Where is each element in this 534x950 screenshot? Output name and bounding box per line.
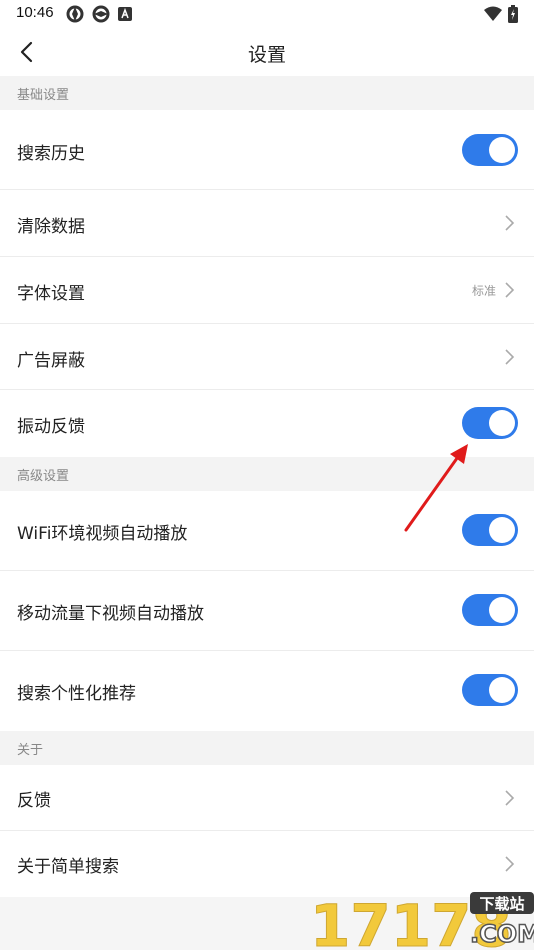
- row-vibration-feedback[interactable]: 振动反馈: [0, 390, 534, 457]
- section-header-about: 关于: [0, 731, 534, 765]
- row-label: 振动反馈: [17, 417, 85, 437]
- svg-text:17178: 17178: [310, 892, 512, 950]
- svg-text:.COM: .COM: [470, 920, 534, 948]
- row-font-setting[interactable]: 字体设置 标准: [0, 257, 534, 324]
- row-mobile-autoplay[interactable]: 移动流量下视频自动播放: [0, 571, 534, 651]
- status-time: 10:46: [16, 4, 54, 21]
- row-label: 搜索历史: [17, 144, 85, 164]
- wifi-autoplay-toggle[interactable]: [462, 514, 518, 546]
- row-about-app[interactable]: 关于简单搜索: [0, 831, 534, 897]
- row-label: 关于简单搜索: [17, 857, 119, 877]
- row-label: WiFi环境视频自动播放: [17, 524, 188, 544]
- app-a-icon: [118, 7, 132, 21]
- toggle-knob: [489, 517, 515, 543]
- chevron-right-icon: [505, 790, 515, 806]
- row-clear-data[interactable]: 清除数据: [0, 190, 534, 257]
- row-label: 字体设置: [17, 284, 85, 304]
- section-title: 基础设置: [17, 88, 70, 103]
- svg-text:下载站: 下载站: [479, 895, 524, 913]
- page-title: 设置: [247, 44, 286, 66]
- row-wifi-autoplay[interactable]: WiFi环境视频自动播放: [0, 491, 534, 571]
- font-size-value: 标准: [471, 284, 496, 298]
- status-bar: 10:46: [0, 0, 534, 28]
- row-label: 广告屏蔽: [17, 351, 85, 371]
- row-label: 反馈: [17, 791, 51, 811]
- chevron-right-icon: [505, 282, 515, 298]
- wifi-icon: [484, 6, 502, 21]
- section-header-advanced: 高级设置: [0, 457, 534, 491]
- row-feedback[interactable]: 反馈: [0, 765, 534, 831]
- title-bar: 设置: [0, 28, 534, 76]
- battery-charging-icon: [508, 5, 518, 23]
- toggle-knob: [489, 597, 515, 623]
- toggle-knob: [489, 677, 515, 703]
- row-personalized-recommend[interactable]: 搜索个性化推荐: [0, 651, 534, 731]
- row-label: 搜索个性化推荐: [17, 684, 136, 704]
- aperture-icon: [92, 5, 110, 23]
- search-history-toggle[interactable]: [462, 134, 518, 166]
- site-watermark-logo: 17178 下载站 .COM: [310, 892, 534, 950]
- status-system-icons: [484, 5, 518, 23]
- aperture-icon: [66, 5, 84, 23]
- section-header-basic: 基础设置: [0, 76, 534, 110]
- section-title: 高级设置: [17, 469, 70, 484]
- row-ad-block[interactable]: 广告屏蔽: [0, 324, 534, 390]
- mobile-autoplay-toggle[interactable]: [462, 594, 518, 626]
- chevron-right-icon: [505, 349, 515, 365]
- toggle-knob: [489, 410, 515, 436]
- row-search-history[interactable]: 搜索历史: [0, 110, 534, 190]
- toggle-knob: [489, 137, 515, 163]
- chevron-right-icon: [505, 215, 515, 231]
- section-title: 关于: [17, 743, 44, 758]
- row-label: 移动流量下视频自动播放: [17, 604, 204, 624]
- chevron-right-icon: [505, 856, 515, 872]
- row-label: 清除数据: [17, 217, 85, 237]
- personalized-toggle[interactable]: [462, 674, 518, 706]
- status-notification-icons: [66, 5, 132, 23]
- vibration-toggle[interactable]: [462, 407, 518, 439]
